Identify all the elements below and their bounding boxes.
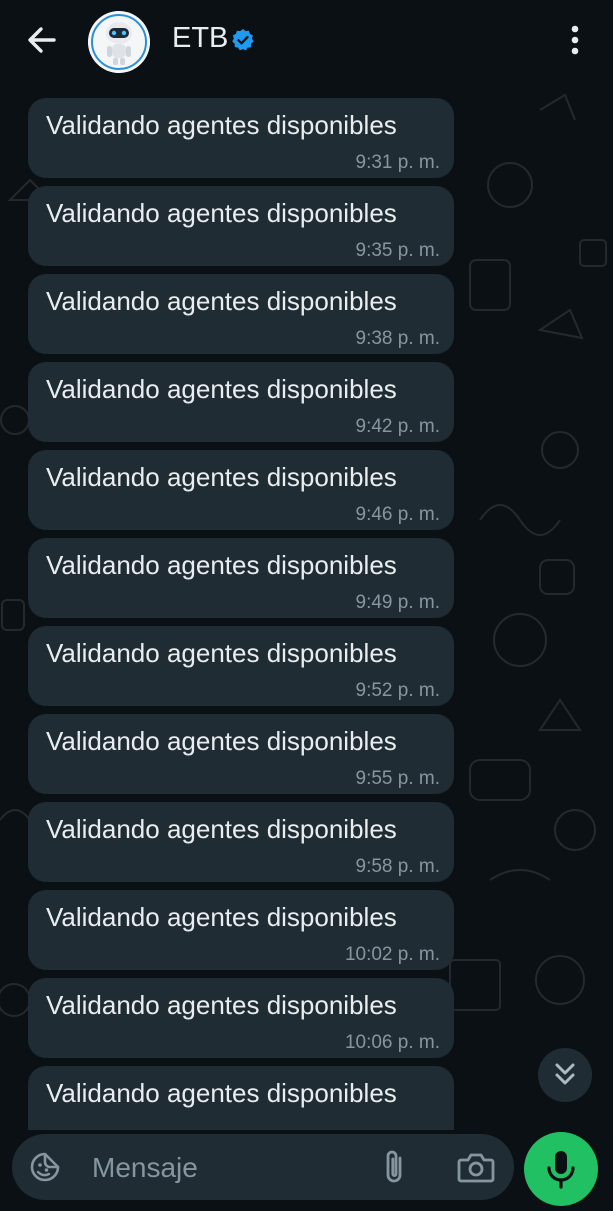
message-time: 9:38 p. m.	[355, 328, 441, 349]
message-bubble[interactable]: Validando agentes disponibles 9:42 p. m.	[28, 362, 454, 442]
message-text: Validando agentes disponibles	[46, 814, 397, 844]
message-text: Validando agentes disponibles	[46, 110, 397, 140]
message-time: 9:31 p. m.	[355, 152, 441, 173]
chevrons-down-icon	[555, 1063, 575, 1085]
message-time: 9:52 p. m.	[355, 680, 441, 701]
more-vertical-icon[interactable]	[560, 20, 590, 60]
message-text: Validando agentes disponibles	[46, 198, 397, 228]
camera-icon[interactable]	[456, 1150, 496, 1184]
paperclip-icon[interactable]	[378, 1148, 412, 1186]
message-time: 10:02 p. m.	[344, 944, 440, 965]
message-time: 9:58 p. m.	[355, 856, 441, 877]
message-text: Validando agentes disponibles	[46, 726, 397, 756]
mic-button[interactable]	[524, 1132, 598, 1206]
message-text: Validando agentes disponibles	[46, 1078, 397, 1108]
message-bubble[interactable]: Validando agentes disponibles 9:35 p. m.	[28, 186, 454, 266]
message-bubble[interactable]: Validando agentes disponibles 9:49 p. m.	[28, 538, 454, 618]
message-text: Validando agentes disponibles	[46, 550, 397, 580]
avatar[interactable]	[88, 11, 150, 73]
message-bubble[interactable]: Validando agentes disponibles 9:31 p. m.	[28, 98, 454, 178]
message-bubble[interactable]: Validando agentes disponibles	[28, 1066, 454, 1130]
message-text: Validando agentes disponibles	[46, 286, 397, 316]
message-text: Validando agentes disponibles	[46, 902, 397, 932]
message-time: 9:35 p. m.	[355, 240, 441, 261]
message-time: 9:55 p. m.	[355, 768, 441, 789]
message-bubble[interactable]: Validando agentes disponibles 9:46 p. m.	[28, 450, 454, 530]
message-bubble[interactable]: Validando agentes disponibles 9:55 p. m.	[28, 714, 454, 794]
message-bubble[interactable]: Validando agentes disponibles 10:06 p. m…	[28, 978, 454, 1058]
sticker-icon[interactable]	[28, 1150, 62, 1184]
message-composer	[12, 1134, 514, 1200]
robot-avatar-image	[88, 11, 150, 73]
message-bubble[interactable]: Validando agentes disponibles 9:58 p. m.	[28, 802, 454, 882]
message-time: 10:06 p. m.	[344, 1032, 440, 1053]
message-time: 9:46 p. m.	[355, 504, 441, 525]
message-input[interactable]	[90, 1146, 354, 1190]
chat-header: ETB	[0, 0, 613, 84]
message-bubble[interactable]: Validando agentes disponibles 9:38 p. m.	[28, 274, 454, 354]
message-time: 9:49 p. m.	[355, 592, 441, 613]
chat-title[interactable]: ETB	[172, 22, 228, 55]
message-text: Validando agentes disponibles	[46, 990, 397, 1020]
message-text: Validando agentes disponibles	[46, 462, 397, 492]
message-time: 9:42 p. m.	[355, 416, 441, 437]
message-text: Validando agentes disponibles	[46, 374, 397, 404]
message-list[interactable]: Validando agentes disponibles 9:31 p. m.…	[0, 84, 613, 1130]
message-text: Validando agentes disponibles	[46, 638, 397, 668]
microphone-icon	[547, 1151, 575, 1189]
scroll-to-bottom-button[interactable]	[538, 1048, 592, 1102]
verified-badge-icon	[232, 29, 254, 51]
arrow-left-icon[interactable]	[24, 22, 60, 58]
message-bubble[interactable]: Validando agentes disponibles 9:52 p. m.	[28, 626, 454, 706]
message-bubble[interactable]: Validando agentes disponibles 10:02 p. m…	[28, 890, 454, 970]
